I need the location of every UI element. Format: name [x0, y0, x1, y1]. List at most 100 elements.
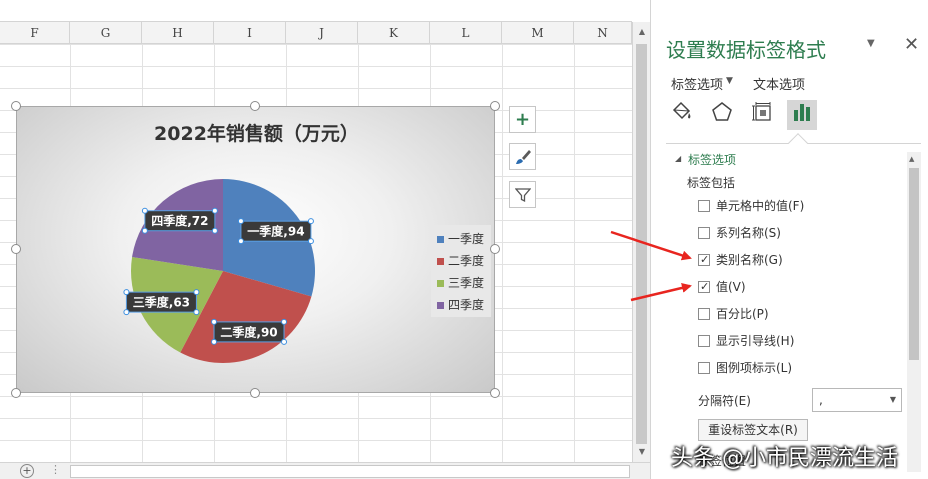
- plus-icon: +: [514, 109, 531, 130]
- label-handle[interactable]: [211, 207, 218, 214]
- separator-select[interactable]: , ▼: [812, 388, 902, 412]
- checkbox-legend-key[interactable]: 图例项标示(L): [698, 360, 792, 376]
- label-handle[interactable]: [123, 289, 130, 296]
- checkbox-label[interactable]: 百分比(P): [716, 307, 769, 321]
- data-label[interactable]: 二季度,90: [211, 318, 288, 345]
- checkbox-box[interactable]: [698, 308, 710, 320]
- column-headers: F G H I J K L M N: [0, 22, 632, 44]
- close-icon[interactable]: ✕: [904, 34, 919, 55]
- label-contains-heading: 标签包括: [687, 176, 736, 190]
- label-handle[interactable]: [281, 338, 288, 345]
- resize-handle-bottom-left[interactable]: [11, 388, 21, 398]
- checkbox-percentage[interactable]: 百分比(P): [698, 306, 769, 322]
- checkbox-series-name[interactable]: 系列名称(S): [698, 225, 781, 241]
- checkbox-label[interactable]: 系列名称(S): [716, 226, 781, 240]
- legend-label: 二季度: [448, 254, 485, 268]
- chart-styles-button[interactable]: [509, 143, 536, 170]
- pane-options-chevron-down-icon[interactable]: ▼: [867, 38, 875, 49]
- scroll-up-arrow-icon[interactable]: ▲: [909, 155, 914, 163]
- column-header-j[interactable]: J: [286, 22, 358, 44]
- excel-window: F G H I J K L M N 2022年销售额（万元） 一季度,94 二季度…: [0, 0, 928, 479]
- checkbox-box[interactable]: [698, 335, 710, 347]
- checkbox-box[interactable]: [698, 362, 710, 374]
- checkbox-label[interactable]: 显示引导线(H): [716, 334, 794, 348]
- label-handle[interactable]: [193, 309, 200, 316]
- data-label[interactable]: 四季度,72: [141, 207, 218, 234]
- checkbox-box[interactable]: [698, 279, 710, 295]
- sheet-vertical-scrollbar[interactable]: ▲ ▼: [632, 22, 650, 462]
- scroll-thumb[interactable]: [909, 168, 919, 360]
- legend-item: 一季度: [437, 231, 484, 247]
- resize-handle-left[interactable]: [11, 244, 21, 254]
- chart-elements-button[interactable]: +: [509, 106, 536, 133]
- column-header-m[interactable]: M: [502, 22, 574, 44]
- tab-label-options[interactable]: 标签选项: [671, 74, 723, 93]
- resize-handle-top-left[interactable]: [11, 101, 21, 111]
- sheet-tab-bar: + ⋮: [0, 462, 650, 479]
- checkbox-label[interactable]: 单元格中的值(F): [716, 199, 804, 213]
- data-label[interactable]: 一季度,94: [237, 218, 314, 245]
- checkbox-box[interactable]: [698, 227, 710, 239]
- legend-item: 二季度: [437, 253, 484, 269]
- chart-filters-button[interactable]: [509, 181, 536, 208]
- resize-handle-right[interactable]: [490, 244, 500, 254]
- label-handle[interactable]: [237, 218, 244, 225]
- column-header-k[interactable]: K: [358, 22, 430, 44]
- pie-chart[interactable]: 2022年销售额（万元） 一季度,94 二季度,90 三季度,63 四季度,72 一季…: [16, 106, 495, 393]
- label-handle[interactable]: [141, 207, 148, 214]
- data-label-text: 一季度,94: [247, 224, 304, 239]
- tab-chevron-down-icon[interactable]: ▼: [726, 76, 733, 86]
- column-header-l[interactable]: L: [430, 22, 502, 44]
- label-handle[interactable]: [211, 338, 218, 345]
- label-handle[interactable]: [307, 238, 314, 245]
- label-handle[interactable]: [141, 227, 148, 234]
- checkbox-label[interactable]: 图例项标示(L): [716, 361, 792, 375]
- label-handle[interactable]: [307, 218, 314, 225]
- legend-label: 一季度: [448, 232, 485, 246]
- sheet-horizontal-scrollbar[interactable]: [70, 465, 630, 478]
- scroll-up-arrow-icon[interactable]: ▲: [636, 26, 648, 38]
- tab-text-options[interactable]: 文本选项: [753, 74, 805, 93]
- reset-label-text-button[interactable]: 重设标签文本(R): [698, 419, 808, 441]
- column-header-g[interactable]: G: [70, 22, 142, 44]
- checkbox-box[interactable]: [698, 252, 710, 268]
- resize-handle-top-right[interactable]: [490, 101, 500, 111]
- label-handle[interactable]: [193, 289, 200, 296]
- resize-handle-top[interactable]: [250, 101, 260, 111]
- scroll-down-arrow-icon[interactable]: ▼: [636, 446, 648, 458]
- data-label[interactable]: 三季度,63: [123, 289, 200, 316]
- size-properties-icon[interactable]: [747, 100, 777, 130]
- checkbox-cell-value[interactable]: 单元格中的值(F): [698, 198, 804, 214]
- section-label-options[interactable]: 标签选项: [688, 151, 736, 168]
- legend-label: 三季度: [448, 276, 485, 290]
- chevron-down-icon[interactable]: ▼: [890, 389, 896, 411]
- checkbox-value[interactable]: 值(V): [698, 279, 746, 295]
- column-header-h[interactable]: H: [142, 22, 214, 44]
- resize-handle-bottom[interactable]: [250, 388, 260, 398]
- filter-icon: [514, 188, 531, 203]
- pentagon-icon[interactable]: [707, 100, 737, 130]
- pane-vertical-scrollbar[interactable]: ▲: [907, 152, 921, 472]
- scroll-thumb[interactable]: [636, 44, 647, 444]
- column-header-i[interactable]: I: [214, 22, 286, 44]
- label-handle[interactable]: [211, 318, 218, 325]
- resize-handle-bottom-right[interactable]: [490, 388, 500, 398]
- checkbox-label[interactable]: 类别名称(G): [716, 253, 783, 267]
- label-handle[interactable]: [211, 227, 218, 234]
- checkbox-category-name[interactable]: 类别名称(G): [698, 252, 783, 268]
- checkbox-leader-lines[interactable]: 显示引导线(H): [698, 333, 794, 349]
- checkbox-box[interactable]: [698, 200, 710, 212]
- section-collapse-triangle-icon[interactable]: ◢: [675, 154, 681, 163]
- worksheet[interactable]: F G H I J K L M N 2022年销售额（万元） 一季度,94 二季度…: [0, 0, 632, 462]
- column-header-f[interactable]: F: [0, 22, 70, 44]
- bar-chart-icon[interactable]: [787, 100, 817, 130]
- fill-bucket-icon[interactable]: [667, 100, 697, 130]
- add-sheet-icon[interactable]: +: [20, 464, 34, 478]
- column-header-n[interactable]: N: [574, 22, 632, 44]
- checkbox-label[interactable]: 值(V): [716, 280, 746, 294]
- label-handle[interactable]: [123, 309, 130, 316]
- chart-legend[interactable]: 一季度 二季度 三季度 四季度: [431, 225, 491, 317]
- label-handle[interactable]: [281, 318, 288, 325]
- watermark-text: 头条 @小市民漂流生活: [671, 446, 898, 471]
- label-handle[interactable]: [237, 238, 244, 245]
